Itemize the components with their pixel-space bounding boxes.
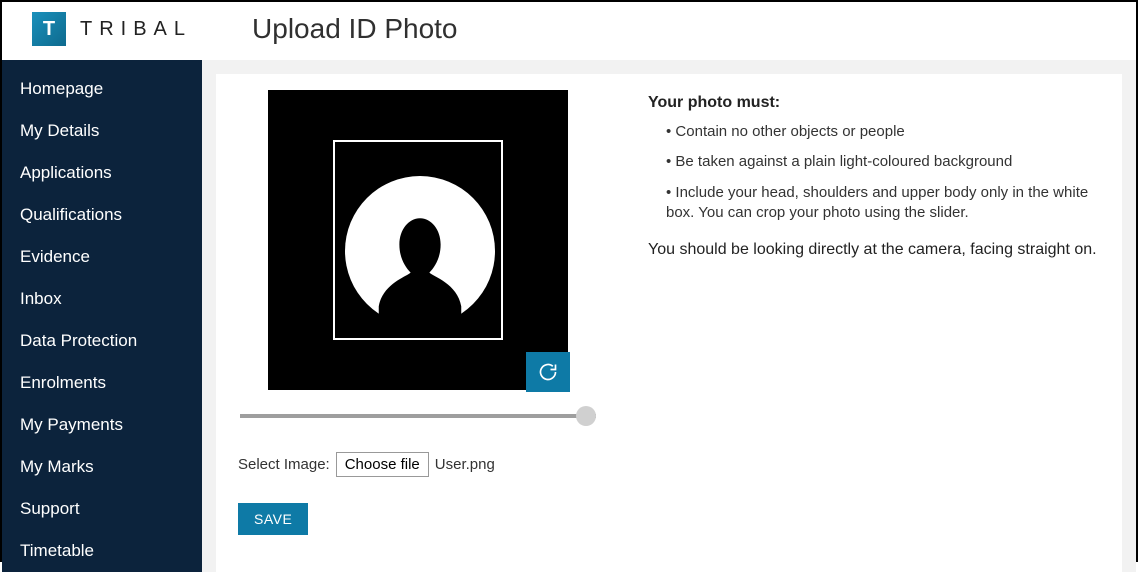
brand-logo: T [32, 12, 66, 46]
upload-card: Select Image: Choose file User.png SAVE … [216, 74, 1122, 572]
requirements-list: Contain no other objects or people Be ta… [648, 122, 1100, 223]
main-content: Select Image: Choose file User.png SAVE … [202, 60, 1136, 572]
requirement-item: Be taken against a plain light-coloured … [666, 152, 1100, 172]
sidebar-item-enrolments[interactable]: Enrolments [2, 362, 202, 404]
selected-filename: User.png [435, 456, 495, 473]
choose-file-button[interactable]: Choose file [336, 452, 429, 477]
requirements-footnote: You should be looking directly at the ca… [648, 239, 1100, 261]
requirements-heading: Your photo must: [648, 94, 1100, 112]
page-title: Upload ID Photo [252, 13, 457, 45]
rotate-icon [538, 362, 558, 382]
photo-preview[interactable] [268, 90, 568, 390]
sidebar-item-homepage[interactable]: Homepage [2, 68, 202, 110]
sidebar-item-inbox[interactable]: Inbox [2, 278, 202, 320]
sidebar-item-applications[interactable]: Applications [2, 152, 202, 194]
sidebar-item-data-protection[interactable]: Data Protection [2, 320, 202, 362]
sidebar: Homepage My Details Applications Qualifi… [2, 60, 202, 572]
brand-name: TRIBAL [80, 18, 192, 41]
avatar-silhouette-icon [345, 176, 495, 326]
crop-box[interactable] [333, 140, 503, 340]
rotate-button[interactable] [526, 352, 570, 392]
sidebar-item-my-payments[interactable]: My Payments [2, 404, 202, 446]
sidebar-item-support[interactable]: Support [2, 488, 202, 530]
save-button[interactable]: SAVE [238, 503, 308, 535]
select-image-label: Select Image: [238, 456, 330, 473]
requirement-item: Contain no other objects or people [666, 122, 1100, 142]
sidebar-item-evidence[interactable]: Evidence [2, 236, 202, 278]
sidebar-item-my-marks[interactable]: My Marks [2, 446, 202, 488]
header: T TRIBAL Upload ID Photo [2, 2, 1136, 60]
slider-thumb[interactable] [576, 406, 596, 426]
file-select-row: Select Image: Choose file User.png [238, 452, 598, 477]
sidebar-item-timetable[interactable]: Timetable [2, 530, 202, 572]
sidebar-item-qualifications[interactable]: Qualifications [2, 194, 202, 236]
sidebar-item-my-details[interactable]: My Details [2, 110, 202, 152]
crop-slider[interactable] [240, 414, 596, 418]
requirement-item: Include your head, shoulders and upper b… [666, 183, 1100, 224]
